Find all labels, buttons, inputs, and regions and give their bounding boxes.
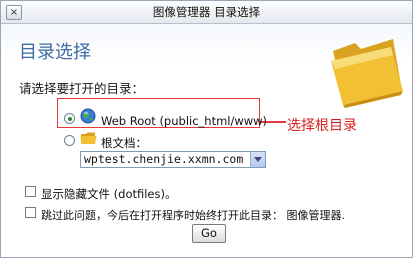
web-root-radio[interactable] (64, 113, 75, 124)
skip-question-checkbox[interactable] (25, 207, 36, 218)
domain-select-value: wptest.chenjie.xxmn.com (84, 152, 244, 166)
web-root-label[interactable]: Web Root (public_html/www) (101, 114, 267, 128)
annotation-label: 选择根目录 (287, 118, 357, 134)
folder-icon (331, 39, 403, 108)
chevron-down-icon[interactable] (250, 152, 265, 167)
home-label: 根文档： (101, 136, 147, 150)
show-hidden-checkbox[interactable] (25, 186, 36, 197)
folder-icon (80, 132, 97, 144)
go-button[interactable]: Go (192, 224, 226, 243)
page-title: 目录选择 (19, 42, 91, 63)
home-radio[interactable] (64, 135, 75, 146)
title-bar: × 图像管理器 目录选择 (1, 1, 412, 24)
radio-selected-dot (67, 116, 72, 121)
show-hidden-label: 显示隐藏文件 (dotfiles)。 (41, 187, 177, 201)
dialog-window: × 图像管理器 目录选择 目录选择 请选择要打开的目录： 选择根目录 Web R… (0, 0, 413, 258)
window-title: 图像管理器 目录选择 (152, 5, 261, 19)
directory-prompt: 请选择要打开的目录： (19, 81, 145, 96)
domain-select[interactable]: wptest.chenjie.xxmn.com (80, 151, 266, 168)
skip-question-label: 跳过此问题，今后在打开程序时始终打开此目录： 图像管理器. (41, 209, 345, 222)
globe-icon (80, 108, 96, 124)
